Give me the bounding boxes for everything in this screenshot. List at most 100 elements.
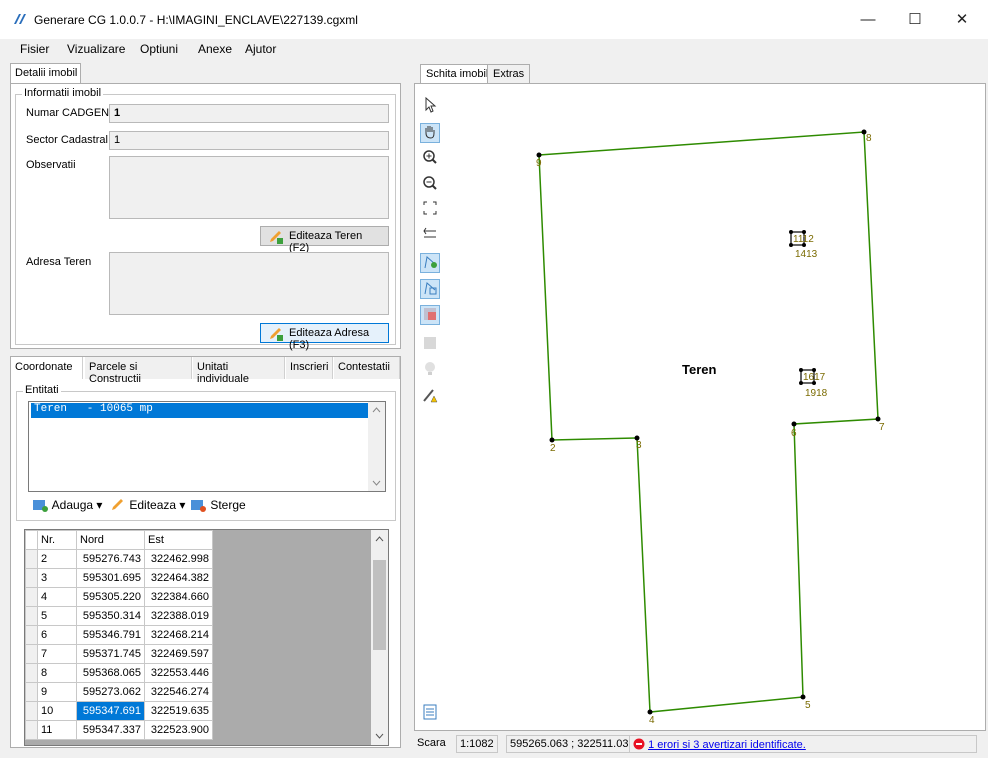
adauga-button[interactable]: Adauga ▾ (33, 498, 102, 516)
scroll-down-icon[interactable] (372, 480, 381, 486)
scroll-up-icon[interactable] (375, 536, 384, 542)
cell-nord[interactable]: 595273.062 (76, 682, 145, 702)
row-header[interactable] (25, 568, 38, 588)
row-header[interactable] (25, 682, 38, 702)
vertex-9[interactable] (536, 152, 542, 158)
menu-anexe[interactable]: Anexe (198, 42, 232, 56)
cell-est[interactable]: 322546.274 (144, 682, 213, 702)
page-icon[interactable] (420, 704, 440, 724)
cell-nord[interactable]: 595368.065 (76, 663, 145, 683)
tab-unitati-individuale[interactable]: Unitati individuale (193, 357, 285, 385)
editeaza-teren-button[interactable]: Editeaza Teren (F2) (260, 226, 389, 254)
cell-nr[interactable]: 11 (37, 720, 77, 740)
cell-est[interactable]: 322384.660 (144, 587, 213, 607)
minimize-button[interactable]: — (848, 8, 888, 32)
row-header[interactable] (25, 625, 38, 645)
tab-coordonate[interactable]: Coordonate (11, 357, 83, 379)
cell-nr[interactable]: 3 (37, 568, 77, 588)
grid-scroll-thumb[interactable] (373, 560, 386, 650)
pointer-icon[interactable] (420, 96, 440, 117)
row-header[interactable] (25, 720, 38, 740)
small-construction-1[interactable]: 1112 1413 (789, 230, 818, 260)
column-header-nr[interactable]: Nr. (37, 530, 77, 550)
pan-hand-icon[interactable] (420, 123, 440, 143)
numar-cadgen-field[interactable]: 1 (109, 104, 389, 123)
cell-nr[interactable]: 8 (37, 663, 77, 683)
observatii-field[interactable] (109, 156, 389, 219)
cell-nr[interactable]: 5 (37, 606, 77, 626)
cell-nord[interactable]: 595346.791 (76, 625, 145, 645)
menu-fisier[interactable]: Fisier (20, 42, 49, 56)
sterge-button[interactable]: Sterge (191, 498, 246, 516)
adresa-teren-field[interactable] (109, 252, 389, 315)
list-item-teren[interactable]: Teren - 10065 mp (31, 403, 369, 418)
entitati-scrollbar[interactable] (368, 402, 385, 491)
table-row[interactable]: 11 595347.337 322523.900 (25, 720, 213, 740)
table-row[interactable]: 9 595273.062 322546.274 (25, 682, 213, 702)
cell-nr[interactable]: 7 (37, 644, 77, 664)
cell-nr[interactable]: 4 (37, 587, 77, 607)
row-header[interactable] (25, 663, 38, 683)
vertex-2[interactable] (549, 437, 555, 443)
cell-nord[interactable]: 595305.220 (76, 587, 145, 607)
tab-extras[interactable]: Extras (487, 64, 531, 84)
tab-inscrieri[interactable]: Inscrieri (286, 357, 333, 379)
cell-nord[interactable]: 595301.695 (76, 568, 145, 588)
layer-icon[interactable] (420, 305, 440, 325)
zoom-in-icon[interactable] (420, 149, 440, 169)
editeaza-adresa-button[interactable]: Editeaza Adresa (F3) (260, 323, 389, 351)
menu-ajutor[interactable]: Ajutor (245, 42, 276, 56)
small-construction-2[interactable]: 1617 1918 (799, 368, 828, 399)
menu-vizualizare[interactable]: Vizualizare (67, 42, 125, 56)
vertex-4[interactable] (647, 709, 653, 715)
close-button[interactable]: ✕ (942, 8, 982, 32)
table-row[interactable]: 2 595276.743 322462.998 (25, 549, 213, 569)
zoom-out-icon[interactable] (420, 175, 440, 195)
errors-link[interactable]: 1 erori si 3 avertizari identificate. (648, 739, 806, 751)
tab-parcele-constructii[interactable]: Parcele si Constructii (85, 357, 192, 385)
cell-nord[interactable]: 595350.314 (76, 606, 145, 626)
maximize-button[interactable]: ☐ (895, 8, 935, 32)
cell-nr[interactable]: 10 (37, 701, 77, 721)
draw-polygon-icon[interactable] (420, 253, 440, 273)
column-header-est[interactable]: Est (144, 530, 213, 550)
table-row[interactable]: 7 595371.745 322469.597 (25, 644, 213, 664)
scroll-up-icon[interactable] (372, 407, 381, 413)
table-row[interactable]: 8 595368.065 322553.446 (25, 663, 213, 683)
table-row[interactable]: 5 595350.314 322388.019 (25, 606, 213, 626)
editeaza-button[interactable]: Editeaza ▾ (110, 498, 185, 516)
scroll-down-icon[interactable] (375, 733, 384, 739)
row-header[interactable] (25, 587, 38, 607)
parcel-drawing-canvas[interactable]: 2 3 4 5 6 7 8 9 1112 1413 1617 1918 Tere… (446, 87, 982, 727)
cell-nord[interactable]: 595347.691 (76, 701, 145, 721)
row-header[interactable] (25, 644, 38, 664)
cell-nr[interactable]: 6 (37, 625, 77, 645)
edit-vertices-icon[interactable] (420, 279, 440, 299)
cell-nr[interactable]: 2 (37, 549, 77, 569)
table-row-selected[interactable]: 10 595347.691 322519.635 (25, 701, 213, 721)
cell-nord[interactable]: 595347.337 (76, 720, 145, 740)
row-header[interactable] (25, 701, 38, 721)
validate-warning-icon[interactable] (420, 387, 440, 407)
cell-est[interactable]: 322388.019 (144, 606, 213, 626)
cell-nr[interactable]: 9 (37, 682, 77, 702)
cell-est[interactable]: 322464.382 (144, 568, 213, 588)
tab-contestatii[interactable]: Contestatii (334, 357, 400, 379)
vertex-6[interactable] (791, 421, 797, 427)
coordonate-grid[interactable]: Nr. Nord Est 2 595276.743 322462.998 3 5953… (24, 529, 389, 746)
cell-est[interactable]: 322519.635 (144, 701, 213, 721)
lightbulb-icon[interactable] (420, 361, 440, 381)
cell-nord[interactable]: 595276.743 (76, 549, 145, 569)
menu-optiuni[interactable]: Optiuni (140, 42, 178, 56)
table-row[interactable]: 6 595346.791 322468.214 (25, 625, 213, 645)
cell-est[interactable]: 322469.597 (144, 644, 213, 664)
tab-detalii-imobil[interactable]: Detalii imobil (10, 63, 81, 84)
vertex-5[interactable] (800, 694, 806, 700)
cell-est[interactable]: 322553.446 (144, 663, 213, 683)
tab-schita-imobil[interactable]: Schita imobil (420, 64, 495, 85)
sector-cadastral-field[interactable]: 1 (109, 131, 389, 150)
row-header[interactable] (25, 549, 38, 569)
report-icon[interactable] (420, 335, 440, 355)
column-header-nord[interactable]: Nord (76, 530, 145, 550)
row-header[interactable] (25, 606, 38, 626)
